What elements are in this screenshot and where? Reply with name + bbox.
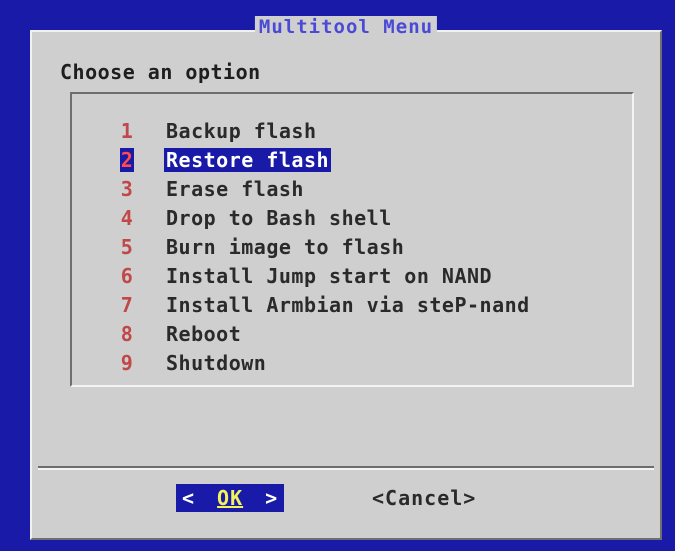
menu-box: 1 Backup flash 2 Restore flash 3 Erase f… <box>70 92 634 387</box>
dialog-prompt: Choose an option <box>60 60 261 84</box>
menu-item-number: 6 <box>120 263 134 288</box>
ok-button[interactable]: < OK > <box>176 484 285 512</box>
menu-item-erase-flash[interactable]: 3 Erase flash <box>120 174 532 203</box>
menu-item-number: 8 <box>120 321 134 346</box>
cancel-button[interactable]: <Cancel> <box>372 484 476 512</box>
menu-item-label: Install Armbian via steP-nand <box>166 292 530 317</box>
button-separator <box>38 466 654 470</box>
button-row: < OK > <Cancel> <box>32 484 660 514</box>
menu-item-number: 3 <box>120 176 134 201</box>
menu-item-number: 4 <box>120 205 134 230</box>
menu-list: 1 Backup flash 2 Restore flash 3 Erase f… <box>120 116 532 377</box>
dialog-title: Multitool Menu <box>254 16 438 38</box>
menu-item-burn-image[interactable]: 5 Burn image to flash <box>120 232 532 261</box>
menu-item-backup-flash[interactable]: 1 Backup flash <box>120 116 532 145</box>
menu-item-label: Erase flash <box>166 176 304 201</box>
menu-item-number: 5 <box>120 234 134 259</box>
menu-item-label: Backup flash <box>166 118 317 143</box>
menu-item-number: 7 <box>120 292 134 317</box>
ok-right-bracket: > <box>265 486 279 510</box>
menu-item-label: Burn image to flash <box>166 234 405 259</box>
multitool-dialog: Multitool Menu Choose an option 1 Backup… <box>30 16 662 540</box>
menu-item-number: 9 <box>120 350 134 375</box>
menu-item-install-jump-start[interactable]: 6 Install Jump start on NAND <box>120 261 532 290</box>
ok-label: OK <box>217 486 244 510</box>
menu-item-label: Reboot <box>166 321 242 346</box>
menu-item-label: Shutdown <box>166 350 267 375</box>
menu-item-drop-to-bash[interactable]: 4 Drop to Bash shell <box>120 203 532 232</box>
terminal-screen: Multitool Menu Choose an option 1 Backup… <box>0 0 675 551</box>
cancel-label: <Cancel> <box>372 486 477 510</box>
menu-item-number: 2 <box>120 147 134 172</box>
menu-item-label: Restore flash <box>164 147 332 172</box>
ok-left-bracket: < <box>182 486 196 510</box>
menu-item-label: Drop to Bash shell <box>166 205 392 230</box>
menu-item-restore-flash[interactable]: 2 Restore flash <box>120 145 532 174</box>
menu-item-reboot[interactable]: 8 Reboot <box>120 319 532 348</box>
menu-item-install-armbian[interactable]: 7 Install Armbian via steP-nand <box>120 290 532 319</box>
menu-item-label: Install Jump start on NAND <box>166 263 493 288</box>
menu-item-number: 1 <box>120 118 134 143</box>
menu-item-shutdown[interactable]: 9 Shutdown <box>120 348 532 377</box>
